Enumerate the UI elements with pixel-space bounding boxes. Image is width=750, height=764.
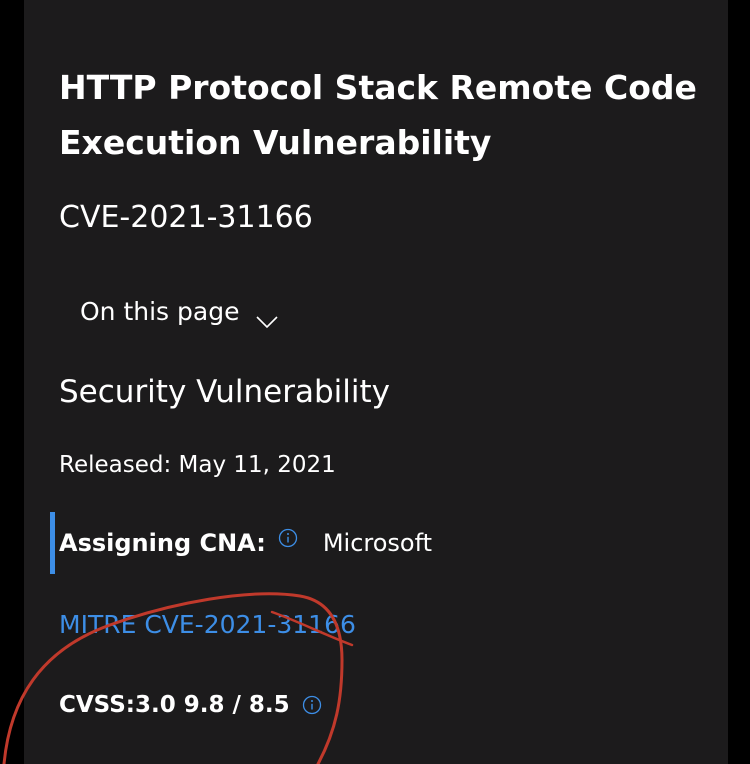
on-this-page-label: On this page [80, 297, 240, 326]
assigning-cna-label: Assigning CNA: [59, 529, 266, 557]
cvss-text: CVSS:3.0 9.8 / 8.5 [59, 692, 290, 718]
info-icon[interactable] [302, 691, 322, 715]
section-title: Security Vulnerability [59, 374, 390, 410]
page-title: HTTP Protocol Stack Remote Code Executio… [59, 68, 697, 162]
release-date: Released: May 11, 2021 [59, 452, 336, 478]
accent-bar [50, 512, 55, 574]
mitre-cve-link[interactable]: MITRE CVE-2021-31166 [59, 607, 356, 643]
info-icon[interactable] [278, 528, 298, 548]
cvss-score: CVSS:3.0 9.8 / 8.5 [59, 688, 322, 722]
on-this-page-dropdown[interactable]: On this page [80, 294, 279, 330]
cve-id: CVE-2021-31166 [59, 200, 313, 235]
chevron-down-icon [255, 304, 279, 329]
assigning-cna-row: Assigning CNA: Microsoft [50, 512, 432, 574]
assigning-cna-value: Microsoft [322, 529, 433, 557]
